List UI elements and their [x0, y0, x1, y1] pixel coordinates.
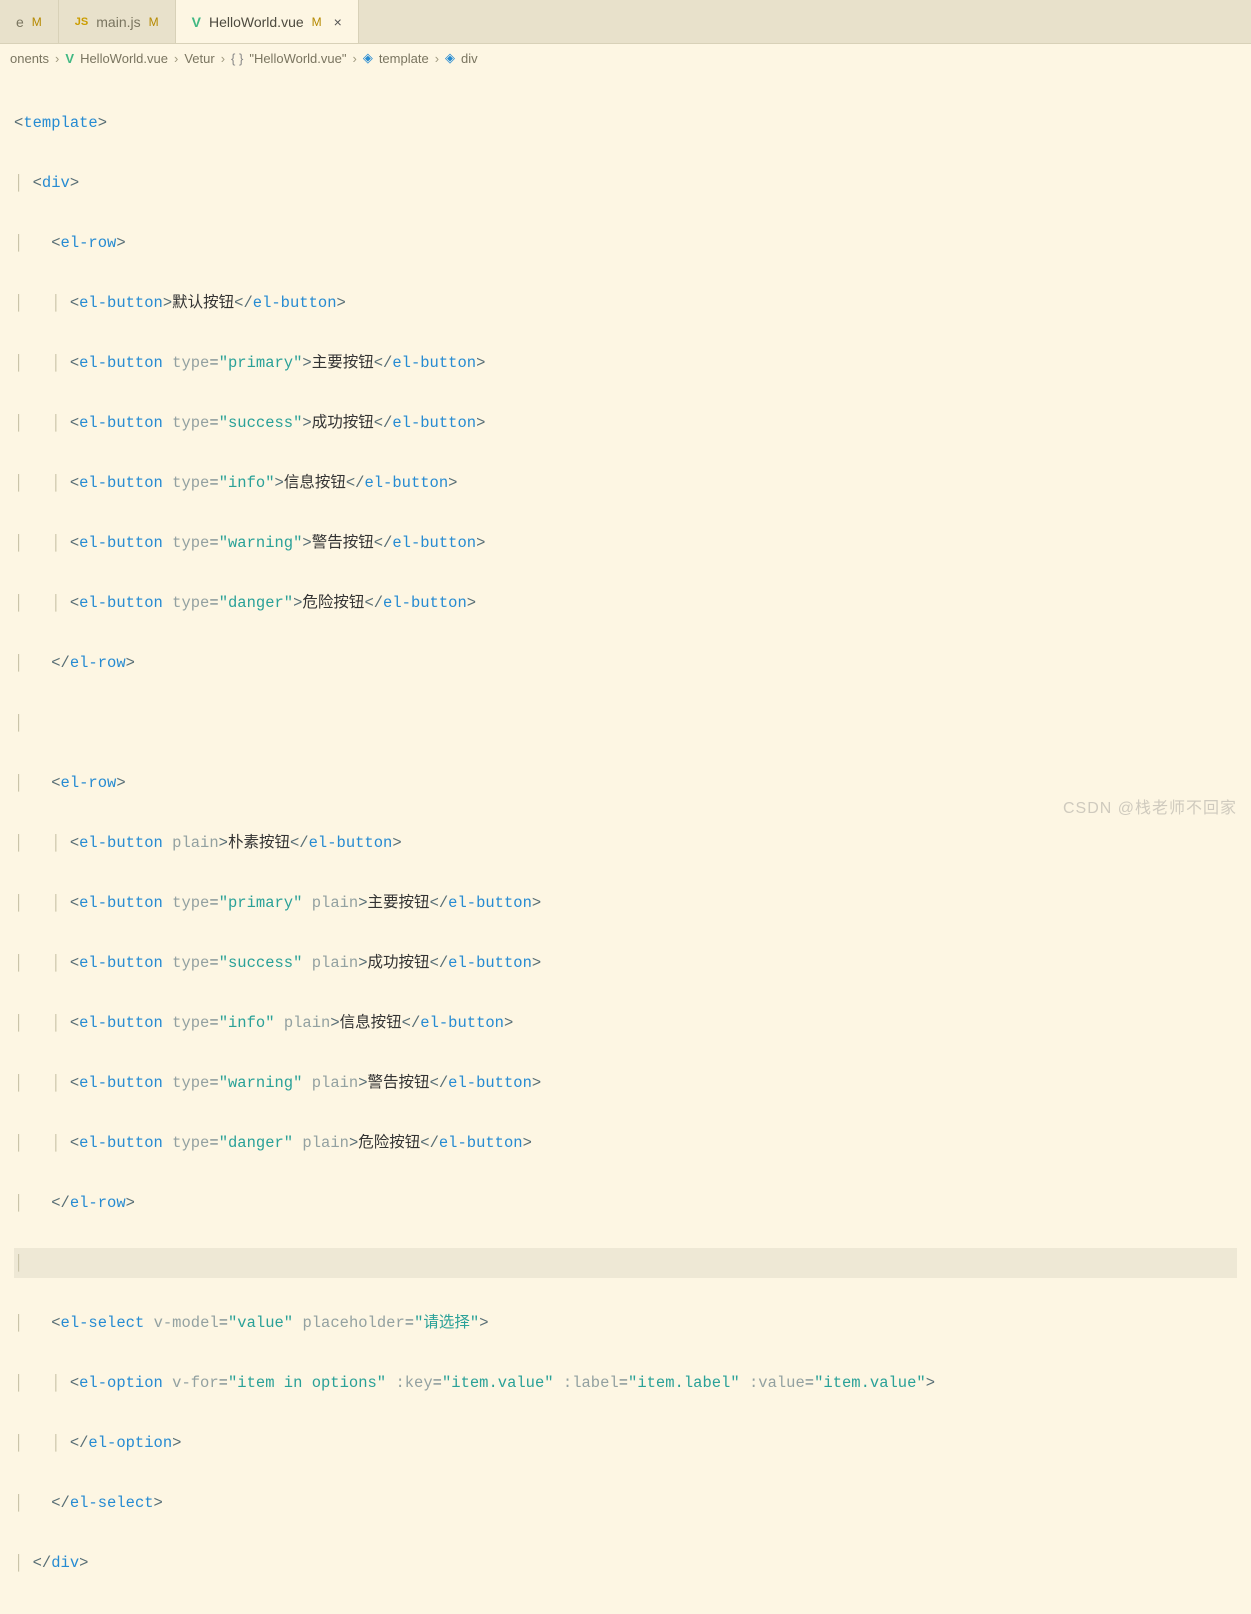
chevron-right-icon: ›: [55, 51, 59, 66]
watermark: CSDN @栈老师不回家: [1063, 794, 1237, 818]
vue-icon: V: [192, 14, 201, 30]
tab-label: main.js: [96, 14, 140, 30]
chevron-right-icon: ›: [221, 51, 225, 66]
tab-item-0[interactable]: e M: [0, 0, 59, 43]
cube-icon: ◈: [363, 50, 373, 66]
breadcrumb-vetur[interactable]: Vetur: [184, 51, 214, 66]
cube-icon: ◈: [445, 50, 455, 66]
tab-modified: M: [32, 15, 42, 29]
tab-item-mainjs[interactable]: JS main.js M: [59, 0, 176, 43]
breadcrumb-file[interactable]: HelloWorld.vue: [80, 51, 168, 66]
breadcrumb-folder[interactable]: onents: [10, 51, 49, 66]
tab-bar: e M JS main.js M V HelloWorld.vue M ×: [0, 0, 1251, 44]
tab-label: e: [16, 14, 24, 30]
cursor-line: │: [14, 1248, 1237, 1278]
tab-label: HelloWorld.vue: [209, 14, 304, 30]
tab-item-helloworld[interactable]: V HelloWorld.vue M ×: [176, 0, 359, 43]
breadcrumb: onents › V HelloWorld.vue › Vetur › { } …: [0, 44, 1251, 72]
close-icon[interactable]: ×: [334, 14, 342, 30]
js-icon: JS: [75, 16, 88, 28]
chevron-right-icon: ›: [352, 51, 356, 66]
tab-modified: M: [312, 15, 322, 29]
chevron-right-icon: ›: [174, 51, 178, 66]
code-editor[interactable]: <template> │ <div> │ <el-row> │ │ <el-bu…: [0, 72, 1251, 1614]
chevron-right-icon: ›: [435, 51, 439, 66]
tab-modified: M: [149, 15, 159, 29]
breadcrumb-component[interactable]: "HelloWorld.vue": [249, 51, 346, 66]
vue-icon: V: [65, 51, 74, 66]
breadcrumb-template[interactable]: template: [379, 51, 429, 66]
braces-icon: { }: [231, 51, 243, 66]
breadcrumb-div[interactable]: div: [461, 51, 478, 66]
